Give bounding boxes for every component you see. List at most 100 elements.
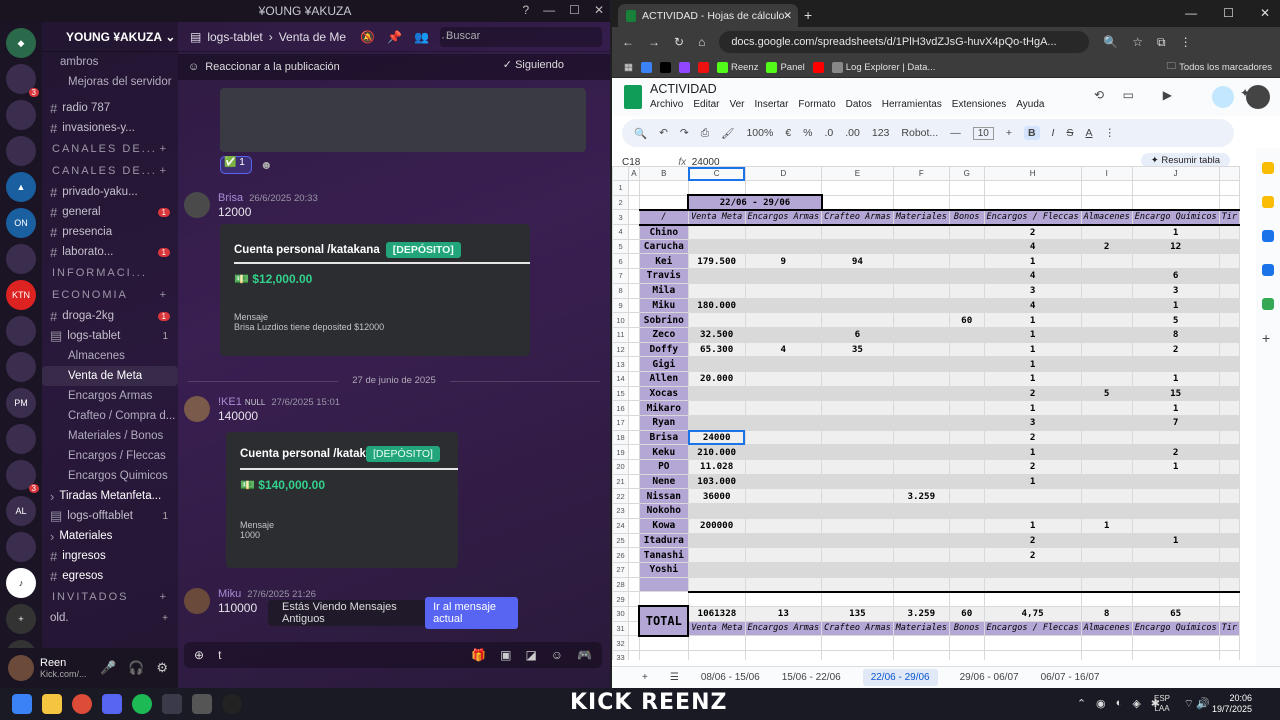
value-cell[interactable]: [821, 473, 894, 490]
forward-icon[interactable]: →: [648, 35, 660, 49]
value-cell[interactable]: [892, 429, 950, 446]
row-header[interactable]: 6: [612, 253, 630, 270]
search-input[interactable]: Buscar: [440, 27, 602, 47]
currency-button[interactable]: €: [785, 127, 791, 139]
x-icon[interactable]: [659, 61, 671, 73]
cell[interactable]: [1218, 444, 1240, 461]
value-cell[interactable]: [948, 400, 985, 416]
minimize-icon[interactable]: —: [1185, 6, 1197, 20]
total-cell[interactable]: 13: [744, 605, 823, 622]
name-cell[interactable]: Chino: [638, 224, 689, 240]
value-cell[interactable]: [1080, 473, 1133, 490]
value-cell[interactable]: [948, 268, 985, 284]
value-cell[interactable]: [821, 561, 894, 578]
cell[interactable]: [628, 268, 640, 284]
cell[interactable]: [1080, 650, 1133, 660]
value-cell[interactable]: [983, 561, 1082, 578]
cell[interactable]: [821, 180, 894, 196]
value-cell[interactable]: 4: [983, 238, 1082, 255]
value-cell[interactable]: [892, 415, 950, 431]
url-input[interactable]: docs.google.com/spreadsheets/d/1PlH3vdZJ…: [719, 31, 1090, 53]
spreadsheet-grid[interactable]: A B C D E F G H I J 1 2 22/06 - 29/06 3/Venta Meta Enc…: [612, 166, 1240, 660]
server-icon[interactable]: [6, 532, 36, 562]
value-cell[interactable]: [892, 297, 950, 314]
maps-icon[interactable]: [1262, 298, 1274, 310]
cell[interactable]: [638, 591, 689, 607]
value-cell[interactable]: 3: [983, 415, 1082, 431]
cell[interactable]: [821, 194, 894, 211]
value-cell[interactable]: 1: [1131, 224, 1220, 240]
value-cell[interactable]: [1080, 356, 1133, 372]
discord-icon[interactable]: [102, 694, 122, 714]
value-cell[interactable]: 12: [1131, 238, 1220, 255]
doc-title[interactable]: ACTIVIDAD: [650, 82, 717, 96]
value-cell[interactable]: [744, 400, 823, 416]
tray-app-icon[interactable]: ◐: [1116, 697, 1123, 710]
value-cell[interactable]: 180.000: [687, 297, 746, 314]
cell[interactable]: [1131, 650, 1220, 660]
value-cell[interactable]: [744, 385, 823, 402]
footer-cell[interactable]: Bonos: [948, 620, 985, 637]
author-name[interactable]: Brisa: [218, 192, 243, 204]
value-cell[interactable]: [948, 488, 985, 505]
column-title-cell[interactable]: Venta Meta: [687, 208, 746, 226]
value-cell[interactable]: [948, 356, 985, 372]
cell[interactable]: [1218, 297, 1240, 314]
cell[interactable]: [948, 180, 985, 196]
value-cell[interactable]: 1: [983, 400, 1082, 416]
value-cell[interactable]: [948, 238, 985, 255]
column-header[interactable]: B: [638, 166, 689, 181]
value-cell[interactable]: 1: [983, 370, 1082, 387]
server-icon[interactable]: [6, 424, 36, 454]
cell[interactable]: [821, 591, 894, 607]
value-cell[interactable]: [744, 224, 823, 240]
channel-ingresos[interactable]: # ingresos: [42, 546, 178, 566]
value-cell[interactable]: [948, 282, 985, 299]
cell[interactable]: [1218, 341, 1240, 358]
cell[interactable]: [1218, 312, 1240, 328]
value-cell[interactable]: 7: [1131, 415, 1220, 431]
cell[interactable]: [1218, 591, 1240, 607]
value-cell[interactable]: [983, 488, 1082, 505]
value-cell[interactable]: [1080, 444, 1133, 461]
value-cell[interactable]: [744, 297, 823, 314]
value-cell[interactable]: [892, 400, 950, 416]
row-header[interactable]: 9: [612, 297, 630, 314]
value-cell[interactable]: [1080, 532, 1133, 549]
font-select[interactable]: Robot...: [901, 127, 938, 139]
value-cell[interactable]: [687, 400, 746, 416]
language-indicator[interactable]: ESP LAA: [1154, 694, 1170, 714]
value-cell[interactable]: [821, 415, 894, 431]
value-cell[interactable]: [821, 282, 894, 299]
cell[interactable]: [1218, 415, 1240, 431]
cell[interactable]: [628, 459, 640, 475]
value-cell[interactable]: [948, 503, 985, 519]
name-cell[interactable]: Travis: [638, 268, 689, 284]
value-cell[interactable]: 8: [1131, 326, 1220, 343]
add-sheet-icon[interactable]: +: [642, 672, 648, 683]
tray-app-icon[interactable]: ◉: [1096, 697, 1106, 710]
text-color-button[interactable]: A: [1085, 127, 1092, 139]
column-header[interactable]: A: [628, 166, 640, 181]
value-cell[interactable]: [1080, 224, 1133, 240]
name-cell[interactable]: Nene: [638, 473, 689, 490]
value-cell[interactable]: [1080, 547, 1133, 563]
footer-cell[interactable]: Encargo Químicos: [1131, 620, 1220, 637]
category-canales-1[interactable]: CANALES DE... +: [42, 138, 178, 160]
cell[interactable]: [628, 209, 640, 226]
value-cell[interactable]: 1: [983, 356, 1082, 372]
cell[interactable]: [892, 591, 950, 607]
cell[interactable]: [1218, 268, 1240, 284]
value-cell[interactable]: 2: [983, 459, 1082, 475]
bold-button[interactable]: B: [1023, 126, 1040, 140]
name-cell[interactable]: Kowa: [638, 517, 689, 534]
value-cell[interactable]: [892, 473, 950, 490]
value-cell[interactable]: [687, 547, 746, 563]
mute-thread-icon[interactable]: 🔕: [360, 30, 375, 44]
row-header[interactable]: 2: [612, 194, 630, 211]
value-cell[interactable]: [821, 385, 894, 402]
row-header[interactable]: 7: [612, 268, 630, 284]
add-addon-icon[interactable]: +: [1262, 331, 1274, 345]
value-cell[interactable]: [1080, 429, 1133, 446]
row-header[interactable]: 29: [612, 591, 630, 607]
